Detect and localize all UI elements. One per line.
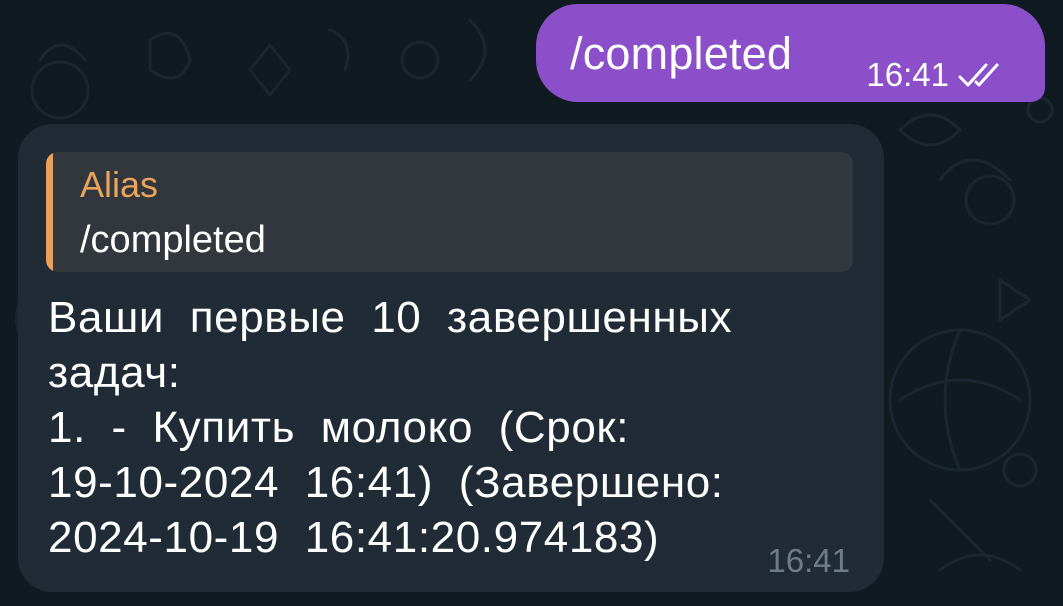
outgoing-message-text: /completed [570,28,793,79]
outgoing-message-bubble[interactable]: /completed 16:41 [536,4,1045,102]
chat-area[interactable]: /completed 16:41 Alias /completed Ваши п… [0,0,1063,606]
message-line: 2024-10-19 16:41:20.974183) [48,513,660,562]
incoming-message-time: 16:41 [767,542,850,579]
incoming-message-bubble[interactable]: Alias /completed Ваши первые 10 завершен… [18,124,884,592]
message-line: задач: [48,348,181,397]
outgoing-message-meta: 16:41 [866,56,1007,94]
message-line: Ваши первые 10 завершенных [48,293,733,342]
double-check-icon [958,63,999,87]
incoming-message-text: Ваши первые 10 завершенных задач: 1. - К… [48,290,848,565]
outgoing-message-time: 16:41 [866,56,949,93]
message-line: 19-10-2024 16:41) (Завершено: [48,458,724,507]
reply-quoted-text: /completed [80,219,266,261]
reply-sender-name: Alias [80,164,159,205]
reply-accent-bar [46,152,53,272]
message-line: 1. - Купить молоко (Срок: [48,403,630,452]
reply-quote[interactable]: Alias /completed [46,152,853,272]
